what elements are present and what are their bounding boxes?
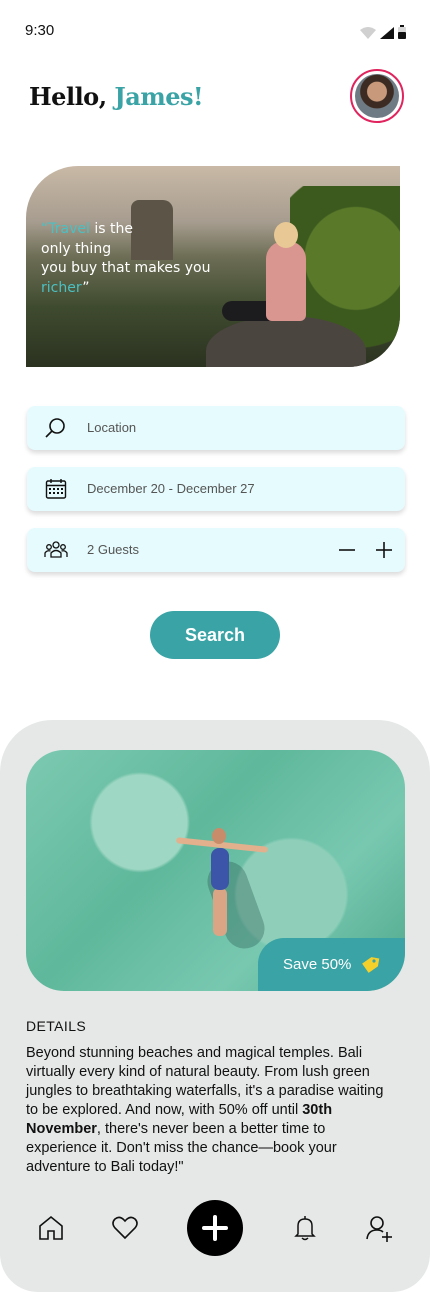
heart-icon[interactable] <box>111 1214 139 1242</box>
avatar <box>355 74 399 118</box>
user-name: James! <box>114 82 204 111</box>
add-button[interactable] <box>187 1200 243 1256</box>
quote-line1-rest: is the <box>89 221 133 237</box>
guests-icon <box>44 541 68 558</box>
guests-field[interactable]: 2 Guests <box>27 528 405 572</box>
location-input[interactable]: Location <box>87 420 136 435</box>
bottom-nav <box>0 1200 430 1260</box>
cellular-signal-icon <box>380 27 394 39</box>
quote-line-4: richer” <box>41 279 210 299</box>
bell-icon[interactable] <box>291 1214 319 1242</box>
plus-icon <box>202 1215 228 1241</box>
calendar-icon <box>45 479 67 499</box>
promo-card: Save 50% DETAILS Beyond stunning beaches… <box>0 720 430 1292</box>
dates-value[interactable]: December 20 - December 27 <box>87 481 255 496</box>
wifi-icon <box>360 27 376 39</box>
add-user-icon[interactable] <box>365 1214 393 1242</box>
details-body: Beyond stunning beaches and magical temp… <box>26 1044 398 1177</box>
price-tag-icon <box>362 956 380 973</box>
swimmer-legs <box>213 888 227 936</box>
increase-guests-button[interactable] <box>374 538 394 562</box>
greeting-title: Hello, James! <box>29 82 204 111</box>
promo-image[interactable]: Save 50% <box>26 750 405 991</box>
quote-line-3: you buy that makes you <box>41 260 211 276</box>
hero-person-head <box>274 222 298 248</box>
quote-line-2: only thing <box>41 240 112 257</box>
quote-close-mark: ” <box>82 279 90 296</box>
swimmer-body <box>211 848 229 890</box>
quote-line-1: “Travel is the <box>41 220 210 240</box>
greeting-text: Hello, <box>29 82 115 111</box>
save-badge[interactable]: Save 50% <box>258 938 405 991</box>
quote-accent-richer: richer <box>41 279 83 296</box>
status-bar: 9:30 <box>0 0 430 60</box>
hero-person-body <box>266 241 306 321</box>
quote-accent-travel: Travel <box>48 221 90 237</box>
profile-avatar-button[interactable] <box>350 69 404 123</box>
battery-icon <box>398 25 406 39</box>
decrease-guests-button[interactable] <box>337 538 357 562</box>
swimmer-head <box>212 828 226 844</box>
search-button[interactable]: Search <box>150 611 280 659</box>
details-heading: DETAILS <box>26 1018 87 1034</box>
save-badge-label: Save 50% <box>283 956 352 973</box>
hero-image: “Travel is the only thing you buy that m… <box>26 166 400 367</box>
location-field[interactable]: Location <box>27 406 405 450</box>
status-icons <box>360 25 406 39</box>
dates-field[interactable]: December 20 - December 27 <box>27 467 405 511</box>
search-icon <box>45 418 65 438</box>
guests-value: 2 Guests <box>87 542 140 557</box>
home-icon[interactable] <box>37 1214 65 1242</box>
status-time: 9:30 <box>25 22 55 39</box>
hero-quote: “Travel is the only thing you buy that m… <box>41 220 210 298</box>
